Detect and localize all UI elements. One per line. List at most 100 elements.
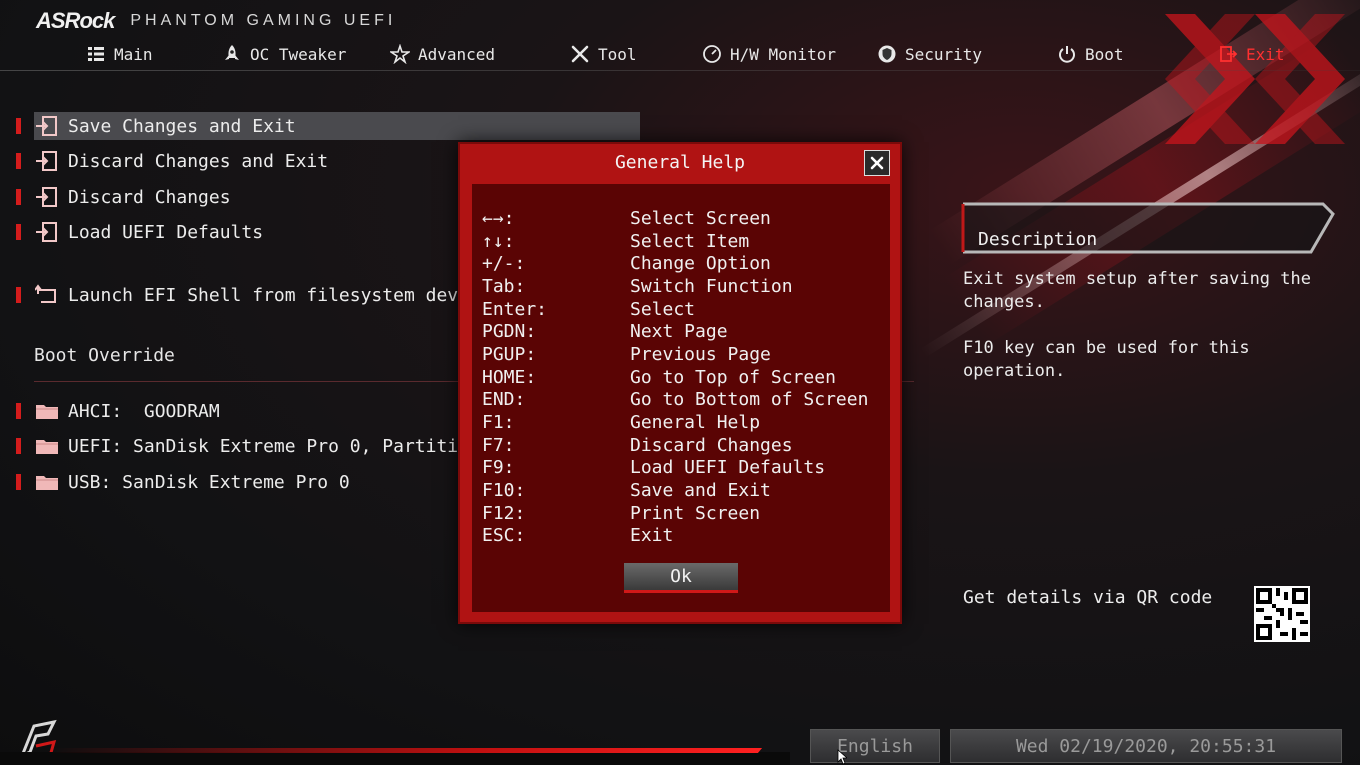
brand-name: ASRock: [36, 8, 115, 33]
help-key: PGDN:: [482, 321, 537, 342]
dialog-title: General Help: [614, 152, 746, 173]
folder-icon: [34, 400, 60, 422]
help-row: ↑↓: Select Item: [482, 231, 749, 253]
top-navigation: Main OC Tweaker Advanced Tool H/W Monito…: [0, 40, 1360, 68]
row-marker: [16, 474, 21, 490]
exit-door-icon: [34, 115, 60, 137]
tab-oc-tweaker[interactable]: OC Tweaker: [222, 40, 346, 68]
tab-security[interactable]: Security: [877, 40, 982, 68]
language-button[interactable]: English: [810, 729, 940, 763]
help-row: Tab: Switch Function: [482, 276, 793, 298]
folder-icon: [34, 471, 60, 493]
menu-item-label: Load UEFI Defaults: [68, 221, 264, 243]
help-key: F10:: [482, 480, 526, 501]
tab-hw-monitor-label: H/W Monitor: [730, 44, 836, 64]
phantom-gaming-x-watermark: [1165, 14, 1345, 144]
mouse-cursor-icon: [837, 749, 847, 765]
row-marker: [16, 287, 21, 303]
menu-item-label: Discard Changes and Exit: [68, 150, 329, 172]
monitor-gauge-icon: [703, 45, 721, 63]
boot-override-item[interactable]: AHCI: GOODRAM: [34, 397, 220, 425]
help-key: PGUP:: [482, 344, 537, 365]
help-action: Save and Exit: [630, 480, 771, 501]
menu-item-label: Launch EFI Shell from filesystem device: [68, 284, 491, 306]
row-marker: [16, 438, 21, 454]
help-row: END: Go to Bottom of Screen: [482, 389, 868, 411]
boot-override-item[interactable]: UEFI: SanDisk Extreme Pro 0, Partition 1: [34, 432, 501, 460]
tab-security-label: Security: [905, 44, 983, 64]
tab-exit[interactable]: Exit: [1218, 40, 1285, 68]
boot-override-title: Boot Override: [34, 345, 175, 366]
tab-tool[interactable]: Tool: [570, 40, 637, 68]
help-key: +/-:: [482, 253, 526, 274]
row-marker: [16, 189, 21, 205]
power-icon: [1059, 46, 1075, 63]
exit-door-icon: [34, 221, 60, 243]
tab-hw-monitor[interactable]: H/W Monitor: [702, 40, 836, 68]
help-action: Select Screen: [630, 208, 771, 229]
nav-divider: [0, 70, 1360, 71]
row-marker: [16, 403, 21, 419]
menu-item-label: Discard Changes: [68, 186, 231, 208]
qr-code-label: Get details via QR code: [963, 587, 1213, 608]
shell-arrow-icon: [34, 284, 60, 306]
menu-item-discard-changes[interactable]: Discard Changes: [34, 183, 231, 211]
menu-item-load-uefi-defaults[interactable]: Load UEFI Defaults: [34, 218, 263, 246]
star-icon: [390, 44, 410, 64]
row-marker: [16, 153, 21, 169]
menu-item-save-changes-and-exit[interactable]: Save Changes and Exit: [34, 112, 640, 140]
description-title: Description: [978, 229, 1098, 250]
help-key: Enter:: [482, 299, 548, 320]
tab-tool-label: Tool: [598, 44, 637, 64]
row-marker: [16, 224, 21, 240]
brand-subtitle: PHANTOM GAMING UEFI: [130, 12, 397, 29]
menu-item-discard-changes-and-exit[interactable]: Discard Changes and Exit: [34, 147, 328, 175]
close-button[interactable]: [864, 150, 890, 176]
date-time-display: Wed 02/19/2020, 20:55:31: [950, 729, 1342, 763]
description-text: Exit system setup after saving the chang…: [963, 269, 1311, 381]
boot-override-item[interactable]: USB: SanDisk Extreme Pro 0: [34, 468, 350, 496]
help-key: F7:: [482, 435, 515, 456]
boot-item-label: AHCI: GOODRAM: [68, 400, 220, 422]
help-key: F9:: [482, 457, 515, 478]
tab-exit-label: Exit: [1246, 44, 1285, 64]
ok-button[interactable]: Ok: [624, 563, 738, 593]
footer-accent-stripe: [47, 748, 763, 753]
help-action: Next Page: [630, 321, 728, 342]
help-key: ESC:: [482, 525, 526, 546]
menu-item-label: Save Changes and Exit: [68, 115, 296, 137]
boot-item-label: UEFI: SanDisk Extreme Pro 0, Partition 1: [68, 435, 502, 457]
help-row: F1: General Help: [482, 412, 760, 434]
footer-bar: [0, 752, 790, 765]
help-key: Tab:: [482, 276, 526, 297]
help-action: Switch Function: [630, 276, 793, 297]
help-action: Print Screen: [630, 503, 761, 524]
tools-icon: [571, 45, 589, 63]
row-marker: [16, 118, 21, 134]
tab-advanced[interactable]: Advanced: [390, 40, 495, 68]
help-action: Select: [630, 299, 696, 320]
help-row: F10: Save and Exit: [482, 480, 771, 502]
help-key: ↑↓:: [482, 231, 515, 252]
help-action: Go to Bottom of Screen: [630, 389, 869, 410]
help-row: ESC: Exit: [482, 525, 673, 547]
tab-main[interactable]: Main: [86, 40, 153, 68]
help-key: ←→:: [482, 208, 515, 229]
menu-item-launch-efi-shell[interactable]: Launch EFI Shell from filesystem device: [34, 281, 491, 309]
help-row: PGUP: Previous Page: [482, 344, 771, 366]
help-action: Previous Page: [630, 344, 771, 365]
help-row: PGDN: Next Page: [482, 321, 728, 343]
qr-code: [1254, 586, 1310, 642]
tab-boot[interactable]: Boot: [1057, 40, 1124, 68]
shield-icon: [878, 45, 896, 63]
help-row: ←→: Select Screen: [482, 208, 771, 230]
help-key: HOME:: [482, 367, 537, 388]
help-action: Go to Top of Screen: [630, 367, 836, 388]
rocket-icon: [225, 45, 239, 60]
help-key: END:: [482, 389, 526, 410]
help-action: Select Item: [630, 231, 750, 252]
tab-main-label: Main: [114, 44, 153, 64]
help-key: F12:: [482, 503, 526, 524]
tab-advanced-label: Advanced: [418, 44, 496, 64]
help-row: +/-: Change Option: [482, 253, 771, 275]
